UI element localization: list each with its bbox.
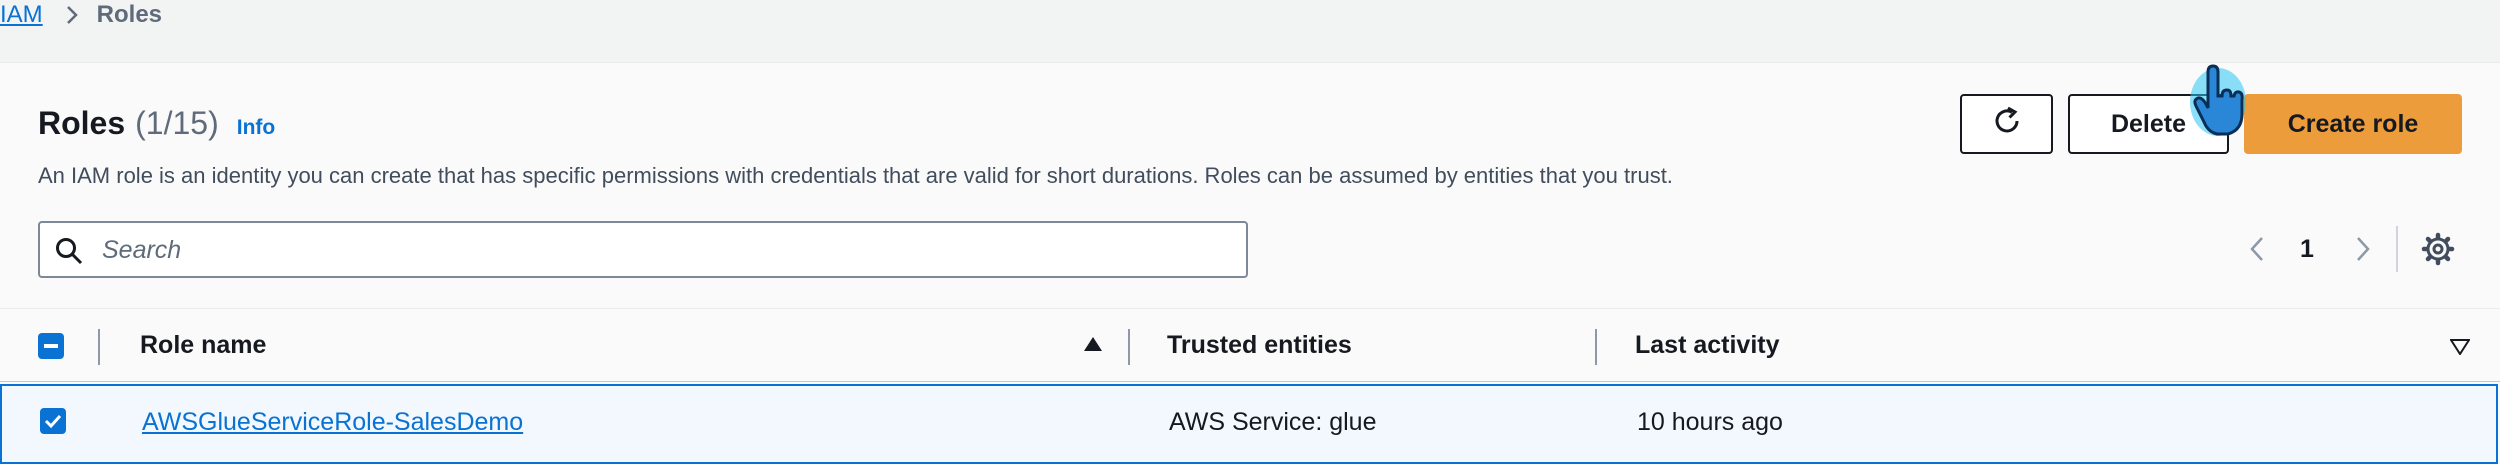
search-input[interactable] [100, 225, 1234, 275]
column-separator[interactable] [1595, 329, 1597, 365]
breadcrumb-iam-link[interactable]: IAM [0, 1, 43, 29]
search-icon [54, 236, 84, 271]
roles-count: (1/15) [135, 105, 219, 141]
column-separator[interactable] [1128, 329, 1130, 365]
column-role-name[interactable]: Role name [140, 331, 266, 360]
chevron-right-icon [65, 4, 79, 26]
hand-cursor-icon [2190, 64, 2246, 136]
chevron-left-icon[interactable] [2247, 234, 2267, 269]
breadcrumb-current: Roles [96, 1, 163, 28]
sort-descending-icon[interactable] [2449, 339, 2471, 360]
search-field[interactable] [38, 221, 1248, 278]
refresh-icon [1990, 104, 2024, 145]
refresh-button[interactable] [1960, 94, 2053, 154]
column-separator [98, 329, 100, 365]
table-row[interactable]: AWSGlueServiceRole-SalesDemo AWS Service… [0, 384, 2498, 464]
page-description: An IAM role is an identity you can creat… [38, 163, 1673, 188]
column-trusted-entities[interactable]: Trusted entities [1167, 331, 1352, 360]
trusted-entities-cell: AWS Service: glue [1169, 408, 1377, 436]
create-role-button[interactable]: Create role [2244, 94, 2462, 154]
breadcrumb: IAM Roles [0, 0, 162, 30]
table-header: Role name Trusted entities Last activity [0, 308, 2500, 382]
page-number[interactable]: 1 [2300, 235, 2314, 264]
page-title: Roles [38, 105, 126, 141]
column-last-activity[interactable]: Last activity [1635, 331, 1780, 360]
sort-ascending-icon[interactable] [1083, 336, 1103, 357]
gear-icon[interactable] [2420, 231, 2456, 272]
chevron-right-icon[interactable] [2353, 234, 2373, 269]
info-link[interactable]: Info [237, 116, 275, 140]
pagination-divider [2396, 226, 2398, 272]
page-header: Roles (1/15) Info [38, 105, 275, 142]
last-activity-cell: 10 hours ago [1637, 408, 1783, 436]
role-name-link[interactable]: AWSGlueServiceRole-SalesDemo [142, 408, 523, 437]
row-checkbox[interactable] [40, 408, 66, 434]
select-all-checkbox[interactable] [38, 333, 64, 359]
